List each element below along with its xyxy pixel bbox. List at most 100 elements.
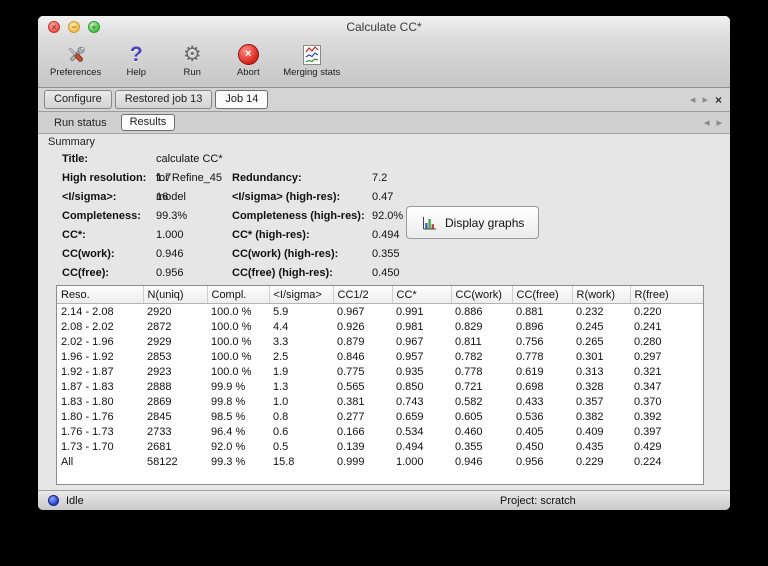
table-row[interactable]: 1.96 - 1.92 2853 100.0 % 2.5 0.846 0.957 0.782… (57, 349, 703, 364)
table-cell: 0.220 (634, 305, 662, 318)
results-table-header-row: Reso. N(uniq) Compl. <I/sigma> CC1/2 CC* CC(wo… (57, 286, 703, 304)
table-cell: 100.0 % (211, 320, 252, 333)
subtab-run-status[interactable]: Run status (46, 115, 115, 131)
table-cell: 0.460 (455, 425, 483, 438)
titlebar: Calculate CC* (38, 16, 730, 38)
table-row[interactable]: 1.92 - 1.87 2923 100.0 % 1.9 0.775 0.935 0.778… (57, 364, 703, 379)
toolbar-button-merging-stats[interactable]: Merging stats (283, 41, 340, 78)
table-row[interactable]: 2.14 - 2.08 2920 100.0 % 5.9 0.967 0.991 0.886… (57, 304, 703, 320)
zoom-button[interactable] (88, 21, 100, 33)
table-cell: 0.433 (516, 395, 544, 408)
display-graphs-label: Display graphs (445, 215, 525, 230)
merging-stats-icon (301, 41, 323, 68)
subtab-next-icon[interactable]: ▸ (716, 116, 722, 129)
table-cell: 0.166 (337, 425, 365, 438)
tab-next-icon[interactable]: ▸ (702, 93, 708, 106)
summary-value: 99.3% (156, 210, 188, 222)
summary-label: CC(free): (62, 267, 110, 279)
traffic-lights (48, 16, 100, 38)
subtab-navigation: ◂ ▸ (704, 116, 722, 129)
summary-label: CC(free) (high-res): (232, 267, 333, 279)
table-cell: 0.429 (634, 440, 662, 453)
table-cell: 0.846 (337, 350, 365, 363)
table-cell: 1.83 - 1.80 (61, 395, 114, 408)
table-cell: 0.957 (396, 350, 424, 363)
table-row[interactable]: 2.08 - 2.02 2872 100.0 % 4.4 0.926 0.981 0.829… (57, 319, 703, 334)
table-row[interactable]: All 58122 99.3 % 15.8 0.999 1.000 0.946 0.956 0.… (57, 454, 703, 469)
table-cell: 0.999 (337, 455, 365, 468)
summary-value: 16 (156, 191, 169, 203)
table-row[interactable]: 1.83 - 1.80 2869 99.8 % 1.0 0.381 0.743 0.582 0… (57, 394, 703, 409)
tab-configure[interactable]: Configure (44, 90, 112, 109)
table-cell: 1.73 - 1.70 (61, 440, 114, 453)
table-cell: 0.435 (576, 440, 604, 453)
close-button[interactable] (48, 21, 60, 33)
display-graphs-button[interactable]: Display graphs (406, 206, 540, 239)
tab-job-14[interactable]: Job 14 (215, 90, 269, 109)
summary-label: CC* (high-res): (232, 229, 310, 241)
column-header: CC(free) (512, 286, 573, 304)
table-cell: 2845 (147, 410, 172, 423)
summary-label: Completeness (high-res): (232, 210, 365, 222)
app-window: Calculate CC* (38, 16, 730, 510)
table-row[interactable]: 1.73 - 1.70 2681 92.0 % 0.5 0.139 0.494 0.355 0… (57, 439, 703, 454)
table-cell: 0.5 (273, 440, 289, 453)
table-cell: 0.328 (576, 380, 604, 393)
tab-prev-icon[interactable]: ◂ (690, 93, 696, 106)
table-cell: 0.775 (337, 365, 365, 378)
abort-icon: × (237, 41, 259, 68)
subtab-results[interactable]: Results (120, 114, 176, 131)
toolbar-button-help[interactable]: ? Help (115, 41, 157, 79)
tab-close-icon[interactable]: × (715, 93, 722, 107)
table-cell: 0.6 (273, 425, 289, 438)
table-row[interactable]: 1.87 - 1.83 2888 99.9 % 1.3 0.565 0.850 0.721 0… (57, 379, 703, 394)
toolbar-button-label: Run (183, 67, 201, 78)
summary-value: 0.355 (372, 248, 400, 260)
tab-restored-job-13[interactable]: Restored job 13 (114, 90, 213, 109)
toolbar-button-abort[interactable]: × Abort (227, 41, 269, 78)
table-cell: 0.355 (455, 440, 483, 453)
table-cell: 0.534 (396, 425, 424, 438)
table-cell: 58122 (147, 455, 178, 468)
summary-value: 7.2 (372, 172, 388, 184)
toolbar-button-preferences[interactable]: Preferences (50, 41, 101, 78)
table-cell: 2923 (147, 365, 172, 378)
table-cell: 0.565 (337, 380, 365, 393)
summary-label: <I/sigma>: (62, 191, 117, 203)
table-cell: 0.409 (576, 425, 604, 438)
summary-value: 1.000 (156, 229, 184, 241)
table-cell: 2.08 - 2.02 (61, 320, 114, 333)
summary-row: CC(work): 0.946 CC(work) (high-res): 0.355 (62, 245, 403, 264)
summary-row: High resolution: 1.7 Redundancy: 7.2 (62, 169, 403, 188)
table-cell: 0.301 (576, 350, 604, 363)
summary-value: 1.7 (156, 172, 172, 184)
table-cell: 4.4 (273, 320, 289, 333)
table-cell: 0.659 (396, 410, 424, 423)
results-table-body: 2.14 - 2.08 2920 100.0 % 5.9 0.967 0.991 0.886… (57, 304, 703, 470)
toolbar-button-label: Merging stats (283, 67, 341, 78)
table-cell: 0.494 (396, 440, 424, 453)
table-cell: 1.0 (273, 395, 289, 408)
table-cell: 1.96 - 1.92 (61, 350, 114, 363)
table-row[interactable]: 1.80 - 1.76 2845 98.5 % 0.8 0.277 0.659 0.605 0… (57, 409, 703, 424)
summary-title-value: calculate CC* for Refine_45 model (156, 153, 223, 203)
table-row[interactable]: 2.02 - 1.96 2929 100.0 % 3.3 0.879 0.967 0.811… (57, 334, 703, 349)
summary-label: CC(work): (62, 248, 115, 260)
table-cell: 100.0 % (211, 305, 252, 318)
toolbar-button-label: Preferences (50, 67, 102, 78)
toolbar-button-label: Help (126, 67, 146, 78)
subtab-prev-icon[interactable]: ◂ (704, 116, 710, 129)
table-row[interactable]: 1.76 - 1.73 2733 96.4 % 0.6 0.166 0.534 0.460 0… (57, 424, 703, 439)
table-cell: 98.5 % (211, 410, 246, 423)
table-cell: 0.381 (337, 395, 365, 408)
summary-label: High resolution: (62, 172, 147, 184)
table-cell: 99.3 % (211, 455, 246, 468)
table-cell: 0.946 (455, 455, 483, 468)
table-cell: 0.967 (396, 335, 424, 348)
table-cell: 99.9 % (211, 380, 246, 393)
toolbar-button-run[interactable]: ⚙ Run (171, 41, 213, 78)
column-header: R(work) (572, 286, 631, 304)
table-cell: 100.0 % (211, 335, 252, 348)
minimize-button[interactable] (68, 21, 80, 33)
table-cell: 0.582 (455, 395, 483, 408)
